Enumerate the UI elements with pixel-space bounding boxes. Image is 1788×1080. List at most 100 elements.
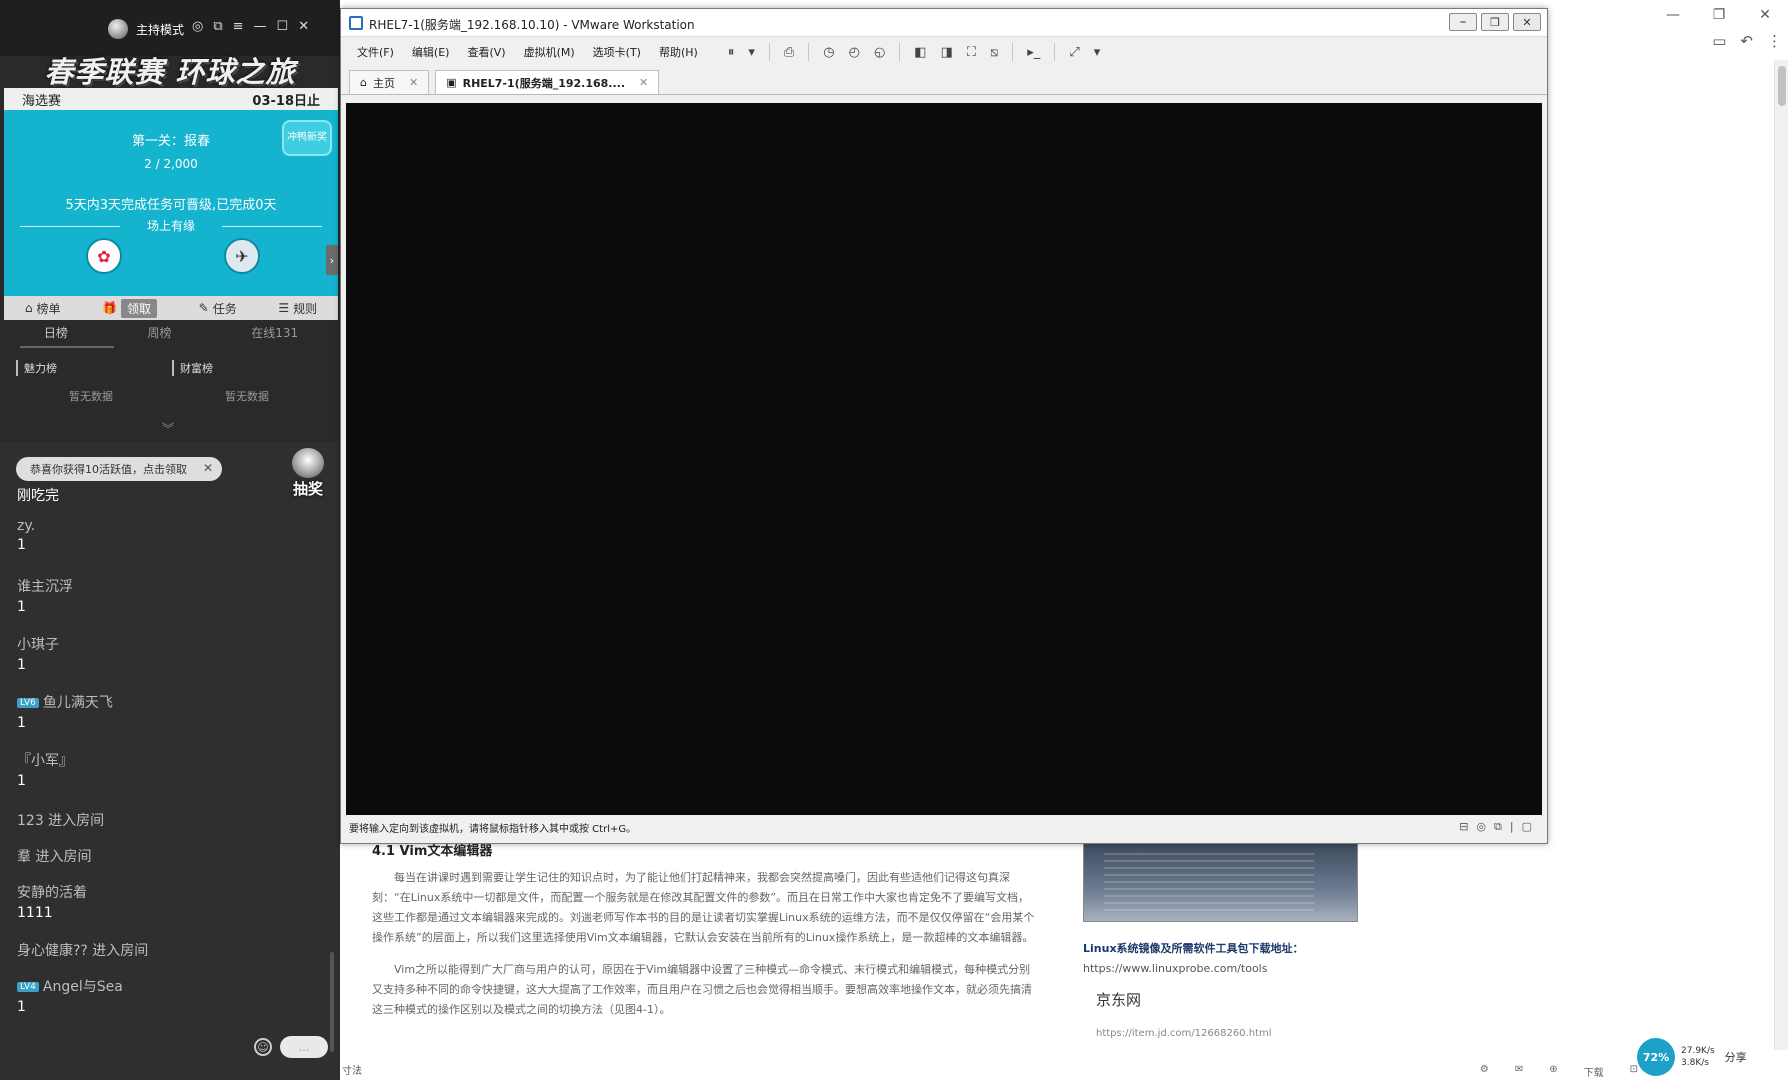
- scrollbar-thumb[interactable]: [1778, 66, 1786, 106]
- active-tab-underline: [20, 346, 114, 348]
- emoji-icon[interactable]: ☺: [254, 1038, 272, 1056]
- chat-username[interactable]: zy.: [17, 518, 35, 534]
- close-icon[interactable]: ✕: [1742, 0, 1788, 30]
- send-ctrl-alt-del-icon[interactable]: ⎙: [784, 45, 794, 60]
- browser-scrollbar[interactable]: [1774, 60, 1788, 1050]
- gift-tip[interactable]: 恭喜你获得10活跃值，点击领取 ✕: [16, 457, 222, 481]
- award-badge[interactable]: 冲鸭新奖: [282, 120, 332, 156]
- host-mode[interactable]: 主持模式: [108, 19, 184, 39]
- network-speed-widget[interactable]: 72% 27.9K/s 3.8K/s 分享: [1637, 1038, 1747, 1076]
- chat-username[interactable]: LV6 鱼儿满天飞: [17, 692, 113, 712]
- revert-snapshot-icon[interactable]: ◴: [849, 45, 860, 60]
- close-icon[interactable]: ✕: [1513, 13, 1541, 31]
- close-icon[interactable]: ✕: [298, 19, 309, 34]
- collapse-arrow-icon[interactable]: ›: [326, 245, 338, 275]
- close-tab-icon[interactable]: ✕: [409, 76, 418, 89]
- tab-rhel7-vm[interactable]: ▣ RHEL7-1(服务端_192.168.... ✕: [435, 70, 660, 94]
- settings-icon[interactable]: ⚙: [1480, 1064, 1489, 1079]
- book-cover-image[interactable]: [1083, 842, 1358, 922]
- restore-icon[interactable]: ❐: [1481, 13, 1509, 31]
- network-percent-badge[interactable]: 72%: [1637, 1038, 1675, 1076]
- vmware-tabbar: ⌂ 主页 ✕ ▣ RHEL7-1(服务端_192.168.... ✕: [341, 67, 1547, 95]
- event-banner: 春季联赛 环球之旅: [0, 50, 340, 90]
- menu-tabs[interactable]: 选项卡(T): [593, 44, 641, 60]
- chat-message: 小琪子 1: [17, 634, 59, 673]
- tools-download-link[interactable]: https://www.linuxprobe.com/tools: [1083, 962, 1358, 975]
- undo-icon[interactable]: ↶: [1740, 32, 1753, 50]
- tab-ranking[interactable]: ⌂ 榜单: [19, 298, 67, 319]
- chat-username[interactable]: LV4 Angel与Sea: [17, 976, 123, 996]
- tab-daily[interactable]: 日榜: [44, 324, 68, 346]
- console-icon[interactable]: ▸_: [1027, 45, 1040, 60]
- task-icon: ✎: [198, 301, 209, 315]
- jd-store-link[interactable]: https://item.jd.com/12668260.html: [1083, 1028, 1358, 1039]
- fullscreen-icon[interactable]: ⛶: [967, 45, 976, 60]
- menu-icon[interactable]: ≡: [233, 19, 244, 34]
- avatar[interactable]: [108, 19, 128, 39]
- tab-label: 榜单: [36, 301, 61, 316]
- thumbnail-view-icon[interactable]: ◨: [941, 45, 953, 60]
- close-tab-icon[interactable]: ✕: [639, 76, 648, 89]
- cd-drive-icon[interactable]: ◎: [1476, 820, 1486, 834]
- vmware-toolbar: ⏸ ▾ ⎙ ◷ ◴ ◵ ◧ ◨ ⛶ ⧅ ▸_ ⤢ ▾: [728, 43, 1100, 61]
- chevron-down-icon[interactable]: ︾: [162, 420, 174, 437]
- tab-tasks[interactable]: ✎ 任务: [193, 298, 243, 319]
- toolbar-divider: [1054, 43, 1056, 61]
- menu-file[interactable]: 文件(F): [357, 44, 394, 60]
- download-label[interactable]: 下载: [1584, 1064, 1604, 1079]
- tab-home[interactable]: ⌂ 主页 ✕: [349, 70, 430, 94]
- chat-username[interactable]: 安静的活着: [17, 882, 87, 902]
- minimize-icon[interactable]: ⎯: [1449, 13, 1477, 31]
- vm-console-screen[interactable]: [346, 103, 1542, 815]
- unity-icon[interactable]: ⧅: [990, 45, 998, 60]
- charm-rank-empty: 暂无数据: [69, 390, 113, 403]
- stretch-icon[interactable]: ⤢: [1069, 45, 1079, 60]
- vmware-titlebar[interactable]: RHEL7-1(服务端_192.168.10.10) - VMware Work…: [341, 9, 1547, 37]
- book-advertisement[interactable]: Linux系统镜像及所需软件工具包下载地址： https://www.linux…: [1083, 842, 1358, 1039]
- wealth-rank-title: 财富榜: [172, 360, 322, 376]
- charm-rank: 魅力榜 暂无数据: [16, 360, 166, 430]
- more-menu-icon[interactable]: ⋮: [1767, 32, 1782, 50]
- tab-rules[interactable]: ☰ 规则: [272, 298, 323, 319]
- close-icon[interactable]: ✕: [203, 461, 213, 475]
- library-view-icon[interactable]: ◧: [914, 45, 926, 60]
- mail-icon[interactable]: ✉: [1515, 1064, 1523, 1079]
- fan-avatar[interactable]: ✿: [86, 238, 122, 274]
- sidebar-toggle-icon[interactable]: ▭: [1712, 32, 1726, 50]
- minimize-icon[interactable]: —: [1650, 0, 1696, 30]
- network-adapter-icon[interactable]: ⧉: [1494, 820, 1502, 834]
- live-stream-panel: 主持模式 ◎ ⧉ ≡ — ☐ ✕ 春季联赛 环球之旅 海选赛 03-18日止 第…: [0, 0, 340, 1080]
- power-dropdown-icon[interactable]: ▾: [748, 45, 755, 60]
- chat-username[interactable]: 小琪子: [17, 634, 59, 654]
- chat-scrollbar[interactable]: [330, 952, 334, 1052]
- tab-online[interactable]: 在线131: [251, 324, 298, 346]
- device-status-icons: ⊟ ◎ ⧉ | ▢: [1459, 820, 1532, 834]
- menu-vm[interactable]: 虚拟机(M): [524, 44, 575, 60]
- menu-view[interactable]: 查看(V): [467, 44, 505, 60]
- chat-username[interactable]: 『小军』: [17, 750, 73, 770]
- tab-weekly[interactable]: 周榜: [148, 324, 172, 346]
- maximize-icon[interactable]: ❐: [1696, 0, 1742, 30]
- chat-username[interactable]: 谁主沉浮: [17, 576, 73, 596]
- fan-avatar[interactable]: ✈: [224, 238, 260, 274]
- share-button[interactable]: 分享: [1725, 1049, 1747, 1065]
- send-button[interactable]: …: [280, 1036, 328, 1058]
- settings-icon[interactable]: ◎: [192, 19, 203, 34]
- network-icon[interactable]: ⊕: [1549, 1064, 1557, 1079]
- maximize-icon[interactable]: ☐: [277, 19, 289, 34]
- menu-help[interactable]: 帮助(H): [659, 44, 698, 60]
- pause-icon[interactable]: ⏸: [728, 45, 735, 60]
- lottery-button[interactable]: 抽奖: [286, 448, 330, 498]
- enter-room-message: 身心健康?? 进入房间: [17, 943, 149, 959]
- stretch-dropdown-icon[interactable]: ▾: [1094, 45, 1101, 60]
- vmware-window: RHEL7-1(服务端_192.168.10.10) - VMware Work…: [340, 8, 1548, 844]
- message-log-icon[interactable]: ▢: [1522, 820, 1532, 834]
- popout-icon[interactable]: ⧉: [213, 19, 222, 34]
- tab-claim[interactable]: 🎁 领取: [96, 297, 163, 320]
- menu-edit[interactable]: 编辑(E): [412, 44, 450, 60]
- snapshot-icon[interactable]: ◷: [823, 45, 834, 60]
- snapshot-manager-icon[interactable]: ◵: [874, 45, 885, 60]
- hard-disk-icon[interactable]: ⊟: [1459, 820, 1468, 834]
- vmware-statusbar: 要将输入定向到该虚拟机，请将鼠标指针移入其中或按 Ctrl+G。 ⊟ ◎ ⧉ |…: [346, 819, 1542, 835]
- minimize-icon[interactable]: —: [254, 19, 267, 34]
